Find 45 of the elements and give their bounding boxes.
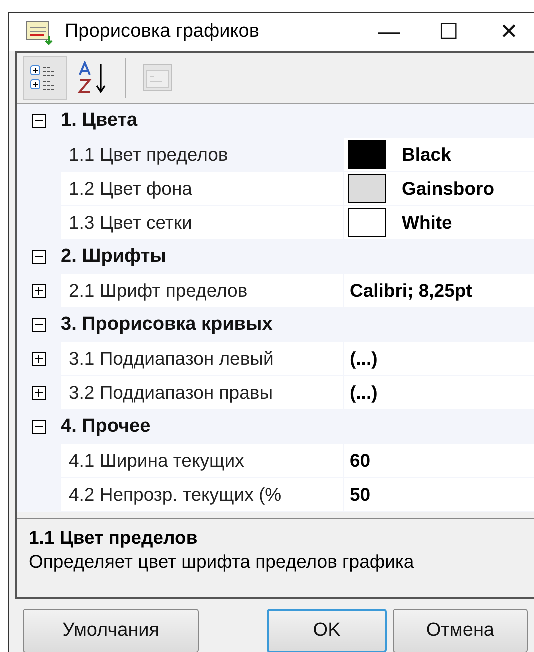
category-label[interactable]: 4. Прочее (61, 410, 151, 444)
collapse-toggle[interactable] (32, 114, 46, 128)
property-value[interactable]: (...) (343, 342, 534, 376)
value-text: (...) (350, 348, 378, 370)
property-label[interactable]: 1.2 Цвет фона (61, 172, 343, 206)
collapse-toggle[interactable] (32, 250, 46, 264)
property-value[interactable]: (...) (343, 376, 534, 410)
category-label[interactable]: 2. Шрифты (61, 240, 166, 274)
dialog-button[interactable]: Отмена (392, 609, 528, 652)
property-value[interactable]: White (343, 206, 534, 240)
dialog-button[interactable]: OK (267, 609, 387, 652)
categorized-button[interactable] (23, 56, 67, 100)
value-text: 60 (350, 450, 371, 472)
property-value[interactable]: Black (343, 138, 534, 172)
property-label[interactable]: 3.1 Поддиапазон левый (61, 342, 343, 376)
property-label[interactable]: 3.2 Поддиапазон правы (61, 376, 343, 410)
maximize-button[interactable]: ☐ (424, 19, 474, 45)
minimize-button[interactable]: — (364, 19, 414, 45)
expand-toggle[interactable] (32, 352, 46, 366)
close-button[interactable]: ✕ (484, 19, 534, 45)
property-label[interactable]: 2.1 Шрифт пределов (61, 274, 343, 308)
collapse-toggle[interactable] (32, 420, 46, 434)
property-label[interactable]: 4.1 Ширина текущих (61, 444, 343, 478)
category-label[interactable]: 1. Цвета (61, 104, 138, 138)
category-label[interactable]: 3. Прорисовка кривых (61, 308, 273, 342)
value-text: 50 (350, 484, 371, 506)
value-text: Calibri; 8,25pt (350, 280, 472, 302)
property-label[interactable]: 1.3 Цвет сетки (61, 206, 343, 240)
property-value[interactable]: Calibri; 8,25pt (343, 274, 534, 308)
property-value[interactable]: 60 (343, 444, 534, 478)
expand-toggle[interactable] (32, 386, 46, 400)
value-text: Black (402, 144, 452, 166)
value-text: (...) (350, 382, 378, 404)
collapse-toggle[interactable] (32, 318, 46, 332)
description-text: Определяет цвет шрифта пределов графика (29, 551, 416, 573)
property-value[interactable]: Gainsboro (343, 172, 534, 206)
property-value[interactable]: 50 (343, 478, 534, 512)
window-title: Прорисовка графиков (65, 21, 260, 43)
property-label[interactable]: 4.2 Непрозр. текущих (% (61, 478, 343, 512)
dialog-button[interactable]: Умолчания (23, 609, 200, 652)
expand-toggle[interactable] (32, 284, 46, 298)
value-text: Gainsboro (402, 178, 495, 200)
description-title: 1.1 Цвет пределов (29, 527, 199, 549)
property-pages-icon (142, 63, 174, 93)
value-text: White (402, 212, 452, 234)
